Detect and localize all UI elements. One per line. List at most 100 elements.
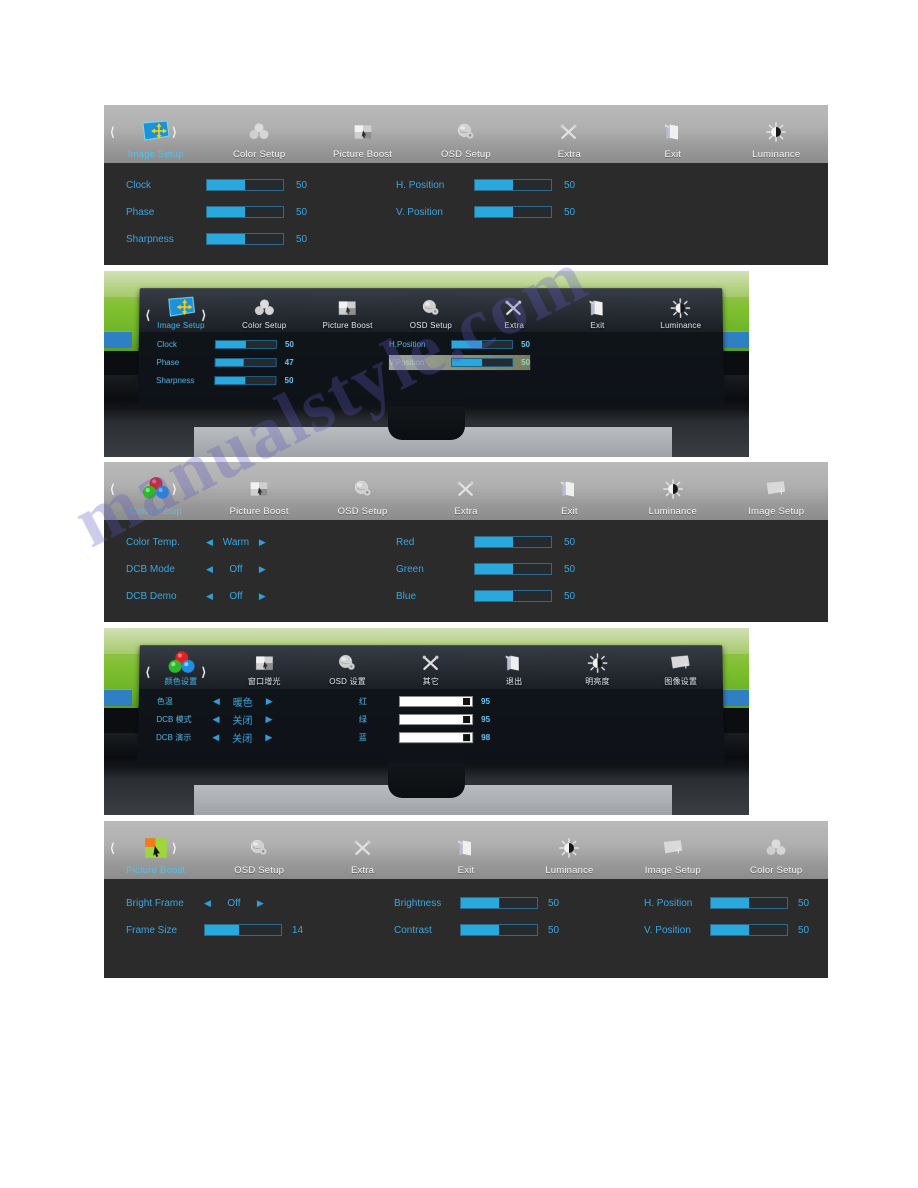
osd-overlay[interactable]: ⟨ 颜色设置 窗口增光 OSD 设置 其它 退出 明亮度 图像设置 ⟩ 色温 ◀… xyxy=(137,645,725,764)
nav-item-6[interactable]: Luminance xyxy=(639,288,723,332)
nav-item-4[interactable]: Extra xyxy=(473,288,556,332)
setting-slider[interactable] xyxy=(474,563,552,575)
setting-slider[interactable] xyxy=(215,339,278,349)
setting-slider[interactable] xyxy=(204,924,282,936)
setting-slider[interactable] xyxy=(474,206,552,218)
nav-item-4[interactable]: Luminance xyxy=(518,821,621,879)
setting-row[interactable]: DCB 模式 ◀ 关闭 ▶ xyxy=(157,711,273,728)
nav-item-5[interactable]: Luminance xyxy=(621,462,724,520)
setting-row[interactable]: Color Temp. ◀ Warm ▶ xyxy=(126,530,266,554)
nav-item-3[interactable]: 其它 xyxy=(390,645,473,689)
setting-row[interactable]: Frame Size 14 xyxy=(126,918,303,942)
setting-slider[interactable] xyxy=(451,357,514,367)
setting-row[interactable]: Phase 50 xyxy=(126,200,307,224)
increment-arrow-icon[interactable]: ▶ xyxy=(259,591,266,602)
setting-slider[interactable] xyxy=(206,206,284,218)
setting-slider[interactable] xyxy=(474,536,552,548)
setting-slider[interactable] xyxy=(710,924,788,936)
nav-item-6[interactable]: Color Setup xyxy=(725,821,828,879)
setting-row[interactable]: Clock 50 xyxy=(157,336,294,353)
nav-item-0[interactable]: Color Setup xyxy=(104,462,207,520)
nav-item-3[interactable]: OSD Setup xyxy=(414,105,517,163)
nav-item-4[interactable]: Extra xyxy=(518,105,621,163)
nav-item-0[interactable]: Image Setup xyxy=(140,288,224,332)
setting-row[interactable]: 蓝 98 xyxy=(359,729,491,746)
setting-row[interactable]: Blue 50 xyxy=(396,584,575,608)
nav-next-arrow-icon[interactable]: ⟩ xyxy=(202,308,207,322)
nav-item-1[interactable]: Picture Boost xyxy=(207,462,310,520)
setting-slider[interactable] xyxy=(214,375,277,385)
nav-item-3[interactable]: Extra xyxy=(414,462,517,520)
nav-next-arrow-icon[interactable]: ⟩ xyxy=(172,482,177,496)
osd-overlay[interactable]: ⟨ Image Setup Color Setup Picture Boost … xyxy=(137,287,725,407)
color-setup-menu[interactable]: ⟨ Color Setup Picture Boost OSD Setup Ex… xyxy=(104,462,828,622)
nav-item-1[interactable]: OSD Setup xyxy=(207,821,310,879)
setting-row[interactable]: V. Position 50 xyxy=(396,200,575,224)
increment-arrow-icon[interactable]: ▶ xyxy=(266,714,273,725)
nav-item-1[interactable]: 窗口增光 xyxy=(223,645,307,689)
setting-row[interactable]: Contrast 50 xyxy=(394,918,559,942)
setting-slider[interactable] xyxy=(460,897,538,909)
increment-arrow-icon[interactable]: ▶ xyxy=(266,732,273,743)
setting-row[interactable]: DCB 演示 ◀ 关闭 ▶ xyxy=(156,729,273,746)
nav-item-3[interactable]: OSD Setup xyxy=(390,288,473,332)
setting-row[interactable]: DCB Mode ◀ Off ▶ xyxy=(126,557,266,581)
setting-row[interactable]: Sharpness 50 xyxy=(156,372,294,389)
setting-slider[interactable] xyxy=(399,713,474,725)
nav-item-2[interactable]: Picture Boost xyxy=(306,288,389,332)
nav-item-3[interactable]: Exit xyxy=(414,821,517,879)
nav-item-5[interactable]: Exit xyxy=(621,105,724,163)
nav-next-arrow-icon[interactable]: ⟩ xyxy=(172,125,177,139)
setting-row[interactable]: H. Position 50 xyxy=(644,891,809,915)
setting-slider[interactable] xyxy=(399,731,474,743)
setting-row[interactable]: Green 50 xyxy=(396,557,575,581)
setting-slider[interactable] xyxy=(206,233,284,245)
nav-item-1[interactable]: Color Setup xyxy=(223,288,307,332)
nav-item-5[interactable]: Image Setup xyxy=(621,821,724,879)
nav-item-0[interactable]: 颜色设置 xyxy=(140,645,224,689)
decrement-arrow-icon[interactable]: ◀ xyxy=(206,591,213,602)
nav-item-2[interactable]: OSD 设置 xyxy=(306,645,389,689)
nav-item-2[interactable]: Picture Boost xyxy=(311,105,414,163)
nav-item-2[interactable]: Extra xyxy=(311,821,414,879)
nav-next-arrow-icon[interactable]: ⟩ xyxy=(172,841,177,855)
nav-item-0[interactable]: Image Setup xyxy=(104,105,207,163)
decrement-arrow-icon[interactable]: ◀ xyxy=(204,898,211,909)
setting-slider[interactable] xyxy=(451,339,514,349)
nav-item-0[interactable]: Picture Boost xyxy=(104,821,207,879)
increment-arrow-icon[interactable]: ▶ xyxy=(259,537,266,548)
setting-row[interactable]: 绿 95 xyxy=(359,711,491,728)
picture-boost-menu[interactable]: ⟨ Picture Boost OSD Setup Extra Exit Lum… xyxy=(104,821,828,978)
increment-arrow-icon[interactable]: ▶ xyxy=(259,564,266,575)
setting-row[interactable]: Sharpness 50 xyxy=(126,227,307,251)
increment-arrow-icon[interactable]: ▶ xyxy=(257,898,264,909)
decrement-arrow-icon[interactable]: ◀ xyxy=(206,537,213,548)
setting-row[interactable]: H. Position 50 xyxy=(396,173,575,197)
nav-item-1[interactable]: Color Setup xyxy=(207,105,310,163)
setting-slider[interactable] xyxy=(474,179,552,191)
nav-item-5[interactable]: 明亮度 xyxy=(556,645,640,689)
nav-item-4[interactable]: 退出 xyxy=(473,645,556,689)
setting-row[interactable]: H.Position 50 xyxy=(389,336,530,353)
setting-row[interactable]: V. Position 50 xyxy=(644,918,809,942)
nav-next-arrow-icon[interactable]: ⟩ xyxy=(202,665,207,679)
setting-slider[interactable] xyxy=(710,897,788,909)
setting-row[interactable]: 红 95 xyxy=(359,693,490,710)
image-setup-menu[interactable]: ⟨ Image Setup Color Setup Picture Boost … xyxy=(104,105,828,265)
setting-slider[interactable] xyxy=(214,357,278,367)
setting-row[interactable]: Brightness 50 xyxy=(394,891,559,915)
setting-row[interactable]: Phase 47 xyxy=(157,354,294,371)
setting-slider[interactable] xyxy=(460,924,538,936)
nav-item-5[interactable]: Exit xyxy=(556,288,640,332)
setting-row[interactable]: V.Position 50 xyxy=(389,354,531,371)
setting-slider[interactable] xyxy=(206,179,284,191)
nav-item-2[interactable]: OSD Setup xyxy=(311,462,414,520)
setting-slider[interactable] xyxy=(399,695,474,707)
setting-row[interactable]: 色温 ◀ 暖色 ▶ xyxy=(157,693,273,710)
setting-row[interactable]: Clock 50 xyxy=(126,173,307,197)
setting-row[interactable]: DCB Demo ◀ Off ▶ xyxy=(126,584,266,608)
nav-item-6[interactable]: 图像设置 xyxy=(639,645,723,689)
increment-arrow-icon[interactable]: ▶ xyxy=(266,696,273,707)
nav-item-4[interactable]: Exit xyxy=(518,462,621,520)
decrement-arrow-icon[interactable]: ◀ xyxy=(206,564,213,575)
